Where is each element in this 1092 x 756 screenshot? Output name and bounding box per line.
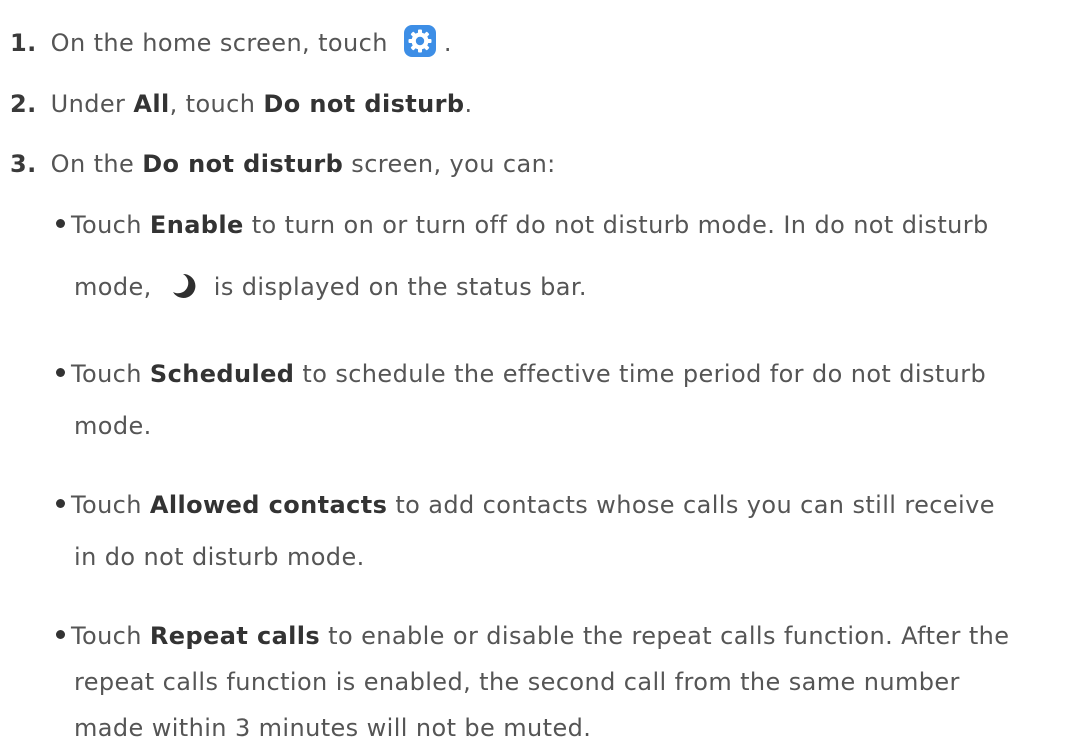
step-bold-do-not-disturb: Do not disturb [263, 90, 465, 118]
step-text: On the [50, 150, 135, 178]
bullet-text: in do not disturb mode. [74, 543, 365, 571]
bullet-text: mode. [74, 412, 152, 440]
bullet-item-enable-line2: mode, is displayed on the status bar. [74, 271, 587, 303]
bullet-item-enable: Touch Enable to turn on or turn off do n… [56, 209, 989, 241]
bullet-prefix: Touch [71, 211, 142, 239]
step-bold-all: All [133, 90, 170, 118]
step-3: 3. On the Do not disturb screen, you can… [10, 148, 556, 180]
bullet-text: is displayed on the status bar. [213, 273, 587, 301]
bullet-text: to enable or disable the repeat calls fu… [328, 622, 1010, 650]
step-bold-do-not-disturb: Do not disturb [142, 150, 344, 178]
moon-icon [170, 271, 200, 301]
bullet-text: mode, [74, 273, 152, 301]
bullet-bold: Allowed contacts [149, 491, 388, 519]
bullet-item-scheduled: Touch Scheduled to schedule the effectiv… [56, 358, 986, 390]
bullet-item-allowed-contacts: Touch Allowed contacts to add contacts w… [56, 489, 995, 521]
step-1: 1. On the home screen, touch . [10, 25, 452, 60]
bullet-prefix: Touch [71, 360, 142, 388]
step-number: 2. [10, 90, 37, 118]
step-text-end: . [443, 29, 452, 57]
step-number: 3. [10, 150, 37, 178]
bullet-text: made within 3 minutes will not be muted. [74, 714, 592, 742]
step-number: 1. [10, 29, 37, 57]
bullet-text: to add contacts whose calls you can stil… [395, 491, 995, 519]
step-text: Under [50, 90, 126, 118]
bullet-item-scheduled-line2: mode. [74, 410, 152, 442]
step-text: On the home screen, touch [50, 29, 388, 57]
bullet-prefix: Touch [71, 491, 142, 519]
step-2: 2. Under All, touch Do not disturb. [10, 88, 472, 120]
bullet-item-allowed-contacts-line2: in do not disturb mode. [74, 541, 365, 573]
bullet-item-repeat-calls-line2: repeat calls function is enabled, the se… [74, 666, 960, 698]
settings-gear-icon [403, 25, 436, 57]
step-text-end: screen, you can: [351, 150, 556, 178]
step-text-end: . [464, 90, 473, 118]
bullet-text: to schedule the effective time period fo… [302, 360, 987, 388]
bullet-dot [56, 218, 65, 228]
bullet-item-repeat-calls-line3: made within 3 minutes will not be muted. [74, 712, 591, 744]
bullet-text: repeat calls function is enabled, the se… [74, 668, 960, 696]
bullet-bold: Repeat calls [149, 622, 321, 650]
bullet-item-repeat-calls: Touch Repeat calls to enable or disable … [56, 620, 1009, 652]
step-text-middle: , touch [169, 90, 256, 118]
bullet-prefix: Touch [71, 622, 142, 650]
bullet-dot [56, 629, 65, 639]
bullet-dot [56, 498, 65, 508]
bullet-dot [56, 367, 65, 377]
bullet-bold: Scheduled [149, 360, 295, 388]
bullet-bold: Enable [149, 211, 244, 239]
bullet-text: to turn on or turn off do not disturb mo… [251, 211, 989, 239]
